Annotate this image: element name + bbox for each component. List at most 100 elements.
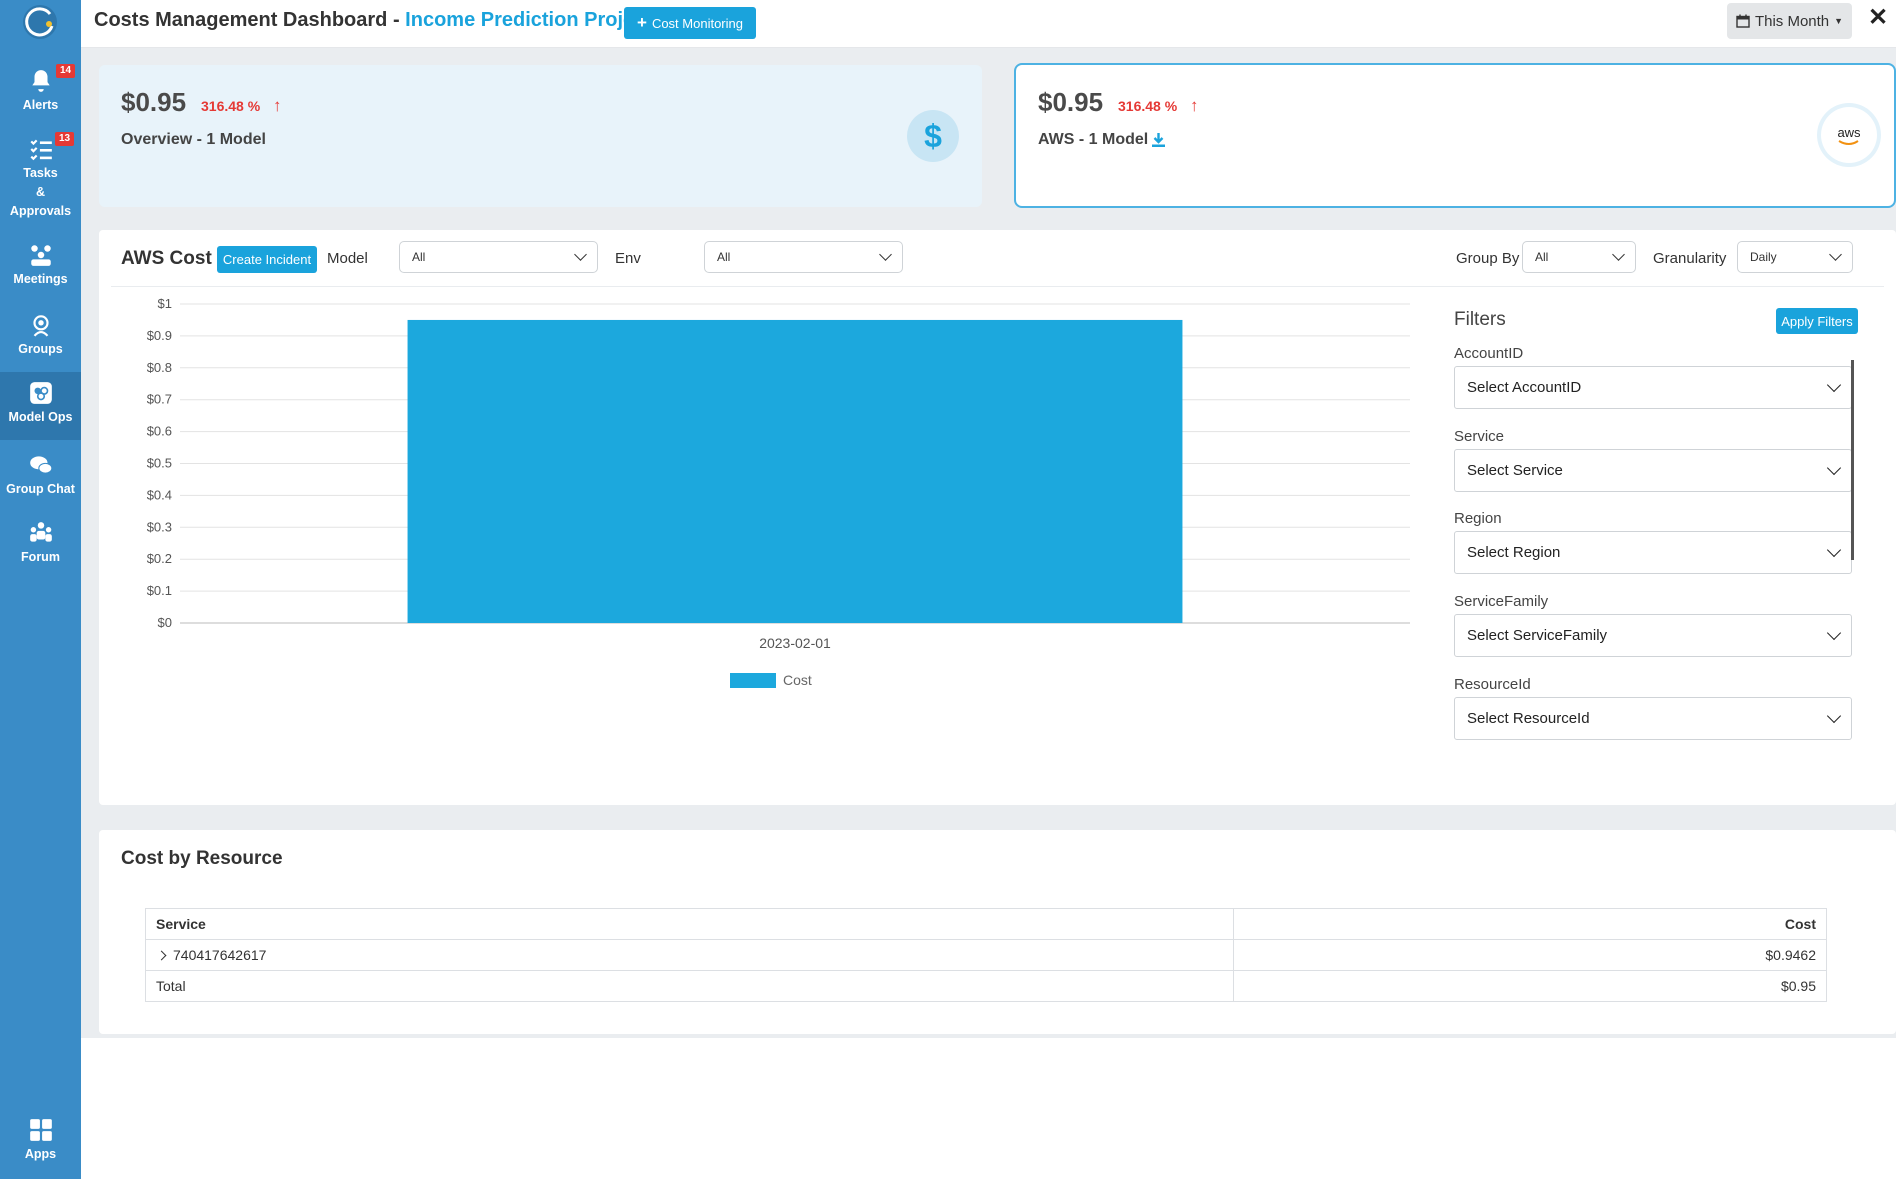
sidebar-item-alerts[interactable]: Alerts 14 [0, 64, 81, 115]
sidebar-item-label: Alerts [22, 98, 59, 112]
chevron-down-icon [1829, 248, 1842, 261]
env-select[interactable]: All [704, 241, 903, 273]
chevron-down-icon [1826, 377, 1842, 393]
accountid-select[interactable]: Select AccountID [1454, 366, 1852, 409]
chevron-down-icon [1826, 542, 1842, 558]
overview-label: Overview - 1 Model [121, 131, 266, 148]
chat-icon [29, 456, 52, 474]
granularity-select[interactable]: Daily [1737, 241, 1853, 273]
filter-label-service: Service [1454, 428, 1505, 445]
y-tick-label: $0.3 [147, 519, 172, 534]
period-dropdown[interactable]: This Month ▼ [1727, 3, 1852, 39]
sidebar-item-label: Forum [21, 550, 60, 564]
groups-icon [32, 315, 49, 337]
column-header-service: Service [144, 908, 1235, 940]
y-tick-label: $0.4 [147, 487, 172, 502]
project-name-link[interactable]: Income Prediction Project [405, 9, 652, 31]
y-tick-label: $1 [158, 296, 172, 311]
download-icon[interactable] [1151, 132, 1166, 148]
cost-cell: $0.9462 [1233, 939, 1827, 971]
overview-amount: $0.95 [121, 87, 187, 117]
region-placeholder: Select Region [1467, 544, 1561, 561]
tasks-count-badge: 13 [55, 132, 75, 146]
apply-filters-button[interactable]: Apply Filters [1776, 308, 1858, 334]
dollar-icon: $ [907, 110, 959, 162]
cost-by-resource-table: Service Cost 740417642617 $0.9462 Total … [144, 908, 1827, 1002]
calendar-icon [1736, 14, 1750, 28]
chevron-right-icon[interactable] [156, 950, 167, 961]
y-tick-label: $0.9 [147, 328, 172, 343]
model-ops-icon [29, 382, 52, 404]
meetings-icon [30, 245, 51, 266]
cost-monitoring-button[interactable]: + Cost Monitoring [624, 7, 756, 39]
arrow-up-icon: ↑ [273, 96, 282, 115]
sidebar-item-label: Apps [24, 1147, 57, 1161]
y-tick-label: $0.7 [147, 392, 172, 407]
group-by-label: Group By [1456, 250, 1520, 267]
top-bar: Costs Management Dashboard - Income Pred… [81, 0, 1896, 48]
aws-cost-chart: $0 $0.1 $0.2 $0.3 $0.4 $0.5 $0.6 $0.7 $0.8 $0.9 $1… [147, 296, 1410, 688]
resourceid-placeholder: Select ResourceId [1467, 710, 1590, 727]
divider [111, 286, 1884, 287]
granularity-label: Granularity [1653, 250, 1727, 267]
sidebar-item-tasks[interactable]: Tasks & Approvals 13 [0, 132, 81, 221]
legend-swatch [730, 673, 776, 688]
cost-by-resource-panel: Cost by Resource Service Cost 7404176426… [99, 830, 1896, 1034]
period-value: This Month [1754, 12, 1830, 30]
page-title-prefix: Costs Management Dashboard - [94, 9, 406, 31]
chevron-down-icon [1826, 708, 1842, 724]
page-title: Costs Management Dashboard - Income Pred… [94, 9, 652, 32]
servicefamily-placeholder: Select ServiceFamily [1467, 627, 1608, 644]
overview-summary-card: $0.95 316.48 % ↑ Overview - 1 Model $ [99, 65, 982, 207]
sidebar: Alerts 14 Tasks & Approvals 13 Meetings … [0, 0, 81, 1179]
arrow-up-icon: ↑ [1190, 96, 1199, 115]
service-select[interactable]: Select Service [1454, 449, 1852, 492]
granularity-value: Daily [1750, 250, 1777, 264]
sidebar-item-forum[interactable]: Forum [0, 520, 81, 567]
group-by-value: All [1535, 250, 1549, 264]
region-select[interactable]: Select Region [1454, 531, 1852, 574]
bell-icon [31, 70, 50, 92]
table-total-row: Total $0.95 [144, 970, 1827, 1002]
aws-amount: $0.95 [1038, 87, 1104, 117]
sidebar-item-meetings[interactable]: Meetings [0, 242, 81, 289]
model-select[interactable]: All [399, 241, 598, 273]
table-header-row: Service Cost [144, 908, 1827, 940]
aws-logo: aws [1821, 107, 1877, 163]
sidebar-item-label: Groups [18, 342, 63, 356]
resourceid-select[interactable]: Select ResourceId [1454, 697, 1852, 740]
chevron-down-icon [1826, 460, 1842, 476]
close-icon[interactable]: ✕ [1868, 3, 1888, 32]
create-incident-button[interactable]: Create Incident [217, 246, 317, 273]
filter-label-accountid: AccountID [1454, 345, 1524, 362]
overview-change: 316.48 % [201, 98, 261, 114]
servicefamily-select[interactable]: Select ServiceFamily [1454, 614, 1852, 657]
legend-label: Cost [783, 672, 812, 688]
apps-icon [29, 1119, 52, 1141]
filters-scrollbar[interactable] [1851, 360, 1854, 560]
sidebar-item-apps[interactable]: Apps [0, 1117, 81, 1164]
sidebar-item-model-ops[interactable]: Model Ops [0, 372, 81, 440]
cost-monitoring-label: Cost Monitoring [651, 15, 743, 31]
chevron-down-icon [1612, 248, 1625, 261]
aws-change: 316.48 % [1118, 98, 1178, 114]
column-header-cost: Cost [1233, 908, 1827, 940]
chevron-down-icon [1826, 625, 1842, 641]
x-tick-label: 2023-02-01 [759, 635, 831, 651]
env-label: Env [615, 250, 641, 267]
sidebar-item-groups[interactable]: Groups [0, 312, 81, 359]
sidebar-item-label: Group Chat [6, 482, 75, 496]
y-tick-label: $0.2 [147, 551, 172, 566]
forum-icon [29, 522, 52, 542]
app-logo[interactable] [20, 2, 60, 42]
service-placeholder: Select Service [1467, 462, 1563, 479]
y-tick-label: $0 [158, 615, 172, 630]
sidebar-item-group-chat[interactable]: Group Chat [0, 452, 81, 499]
aws-summary-card[interactable]: $0.95 316.48 % ↑ AWS - 1 Model aws [1014, 63, 1896, 208]
total-label: Total [144, 970, 1235, 1002]
alerts-count-badge: 14 [56, 64, 76, 78]
chevron-down-icon [879, 248, 892, 261]
table-row[interactable]: 740417642617 $0.9462 [144, 939, 1827, 971]
env-select-value: All [717, 250, 731, 264]
group-by-select[interactable]: All [1522, 241, 1636, 273]
